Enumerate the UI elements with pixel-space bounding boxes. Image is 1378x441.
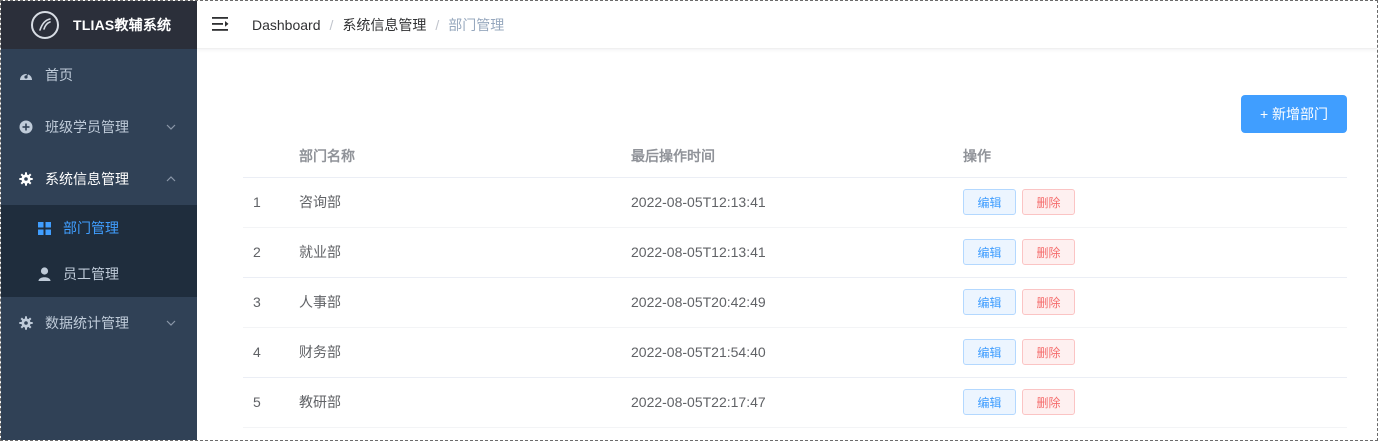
sidebar-item-data-stats[interactable]: 数据统计管理: [1, 297, 197, 349]
last-modified-time: 2022-08-05T20:42:49: [631, 277, 963, 328]
delete-button[interactable]: 删除: [1022, 239, 1075, 265]
edit-button[interactable]: 编辑: [963, 239, 1016, 265]
edit-button[interactable]: 编辑: [963, 389, 1016, 415]
last-modified-time: 2022-08-05T12:13:41: [631, 177, 963, 228]
row-index: 1: [243, 177, 299, 228]
column-header-name: 部门名称: [299, 135, 631, 178]
department-name: 财务部: [299, 327, 631, 378]
app-window: TLIAS教辅系统 首页 班级学员管理 系统信息管理 部门管理 员工管理 数据统…: [0, 0, 1378, 441]
sidebar-item-label: 班级学员管理: [45, 119, 129, 135]
breadcrumb-item-dashboard[interactable]: Dashboard: [252, 17, 321, 33]
gear-icon: [19, 172, 33, 186]
table-row: 4 财务部 2022-08-05T21:54:40 编辑 删除: [243, 327, 1347, 378]
row-index: 4: [243, 327, 299, 378]
department-name: 教研部: [299, 377, 631, 428]
last-modified-time: 2022-08-05T12:13:41: [631, 227, 963, 278]
brand-title: TLIAS教辅系统: [73, 17, 172, 33]
column-header-index: [243, 135, 299, 178]
row-actions: 编辑 删除: [963, 377, 1347, 428]
table-header-row: 部门名称 最后操作时间 操作: [243, 135, 1347, 178]
sidebar-item-label: 员工管理: [63, 266, 119, 282]
row-actions: 编辑 删除: [963, 177, 1347, 228]
sidebar-item-label: 部门管理: [63, 220, 119, 236]
delete-button[interactable]: 删除: [1022, 339, 1075, 365]
sidebar-item-label: 系统信息管理: [45, 171, 129, 187]
navbar: Dashboard / 系统信息管理 / 部门管理: [197, 1, 1377, 49]
brand-header[interactable]: TLIAS教辅系统: [1, 1, 197, 49]
delete-button[interactable]: 删除: [1022, 189, 1075, 215]
sidebar-item-system-info[interactable]: 系统信息管理: [1, 153, 197, 205]
department-name: 就业部: [299, 227, 631, 278]
user-icon: [37, 267, 51, 281]
chevron-up-icon: [165, 173, 177, 185]
row-actions: 编辑 删除: [963, 277, 1347, 328]
submenu-system-info: 部门管理 员工管理: [1, 205, 197, 297]
sidebar-item-employee[interactable]: 员工管理: [1, 251, 197, 297]
sidebar-item-home[interactable]: 首页: [1, 49, 197, 101]
menu-fold-icon[interactable]: [212, 16, 230, 33]
breadcrumb-item-current: 部门管理: [448, 16, 505, 33]
table-row: 1 咨询部 2022-08-05T12:13:41 编辑 删除: [243, 177, 1347, 228]
department-name: 咨询部: [299, 177, 631, 228]
breadcrumb-item-system-info: 系统信息管理: [342, 16, 427, 33]
edit-button[interactable]: 编辑: [963, 289, 1016, 315]
edit-button[interactable]: 编辑: [963, 189, 1016, 215]
row-actions: 编辑 删除: [963, 227, 1347, 278]
table-row: 3 人事部 2022-08-05T20:42:49 编辑 删除: [243, 277, 1347, 328]
sidebar-item-label: 数据统计管理: [45, 315, 129, 331]
row-index: 2: [243, 227, 299, 278]
sidebar-item-label: 首页: [45, 67, 73, 83]
last-modified-time: 2022-08-05T22:17:47: [631, 377, 963, 428]
chevron-down-icon: [165, 317, 177, 329]
table-row: 5 教研部 2022-08-05T22:17:47 编辑 删除: [243, 377, 1347, 428]
edit-button[interactable]: 编辑: [963, 339, 1016, 365]
column-header-time: 最后操作时间: [631, 135, 963, 178]
delete-button[interactable]: 删除: [1022, 289, 1075, 315]
breadcrumb-separator: /: [435, 16, 440, 33]
department-table: 部门名称 最后操作时间 操作 1 咨询部 2022-08-05T12:13:41…: [243, 135, 1347, 428]
column-header-actions: 操作: [963, 135, 1347, 178]
sidebar-item-class-students[interactable]: 班级学员管理: [1, 101, 197, 153]
table-row: 2 就业部 2022-08-05T12:13:41 编辑 删除: [243, 227, 1347, 278]
logo-icon: [31, 11, 59, 39]
add-department-button[interactable]: + 新增部门: [1241, 95, 1347, 133]
breadcrumb: Dashboard / 系统信息管理 / 部门管理: [252, 15, 504, 35]
sidebar: TLIAS教辅系统 首页 班级学员管理 系统信息管理 部门管理 员工管理 数据统…: [1, 1, 197, 440]
circle-plus-icon: [19, 120, 33, 134]
row-index: 5: [243, 377, 299, 428]
sidebar-item-department[interactable]: 部门管理: [1, 205, 197, 251]
dashboard-icon: [19, 68, 33, 82]
breadcrumb-separator: /: [329, 16, 334, 33]
grid-icon: [37, 221, 51, 235]
gear-icon: [19, 316, 33, 330]
chevron-down-icon: [165, 121, 177, 133]
row-actions: 编辑 删除: [963, 327, 1347, 378]
row-index: 3: [243, 277, 299, 328]
main-area: Dashboard / 系统信息管理 / 部门管理 + 新增部门 部门名称 最后…: [197, 1, 1377, 440]
department-name: 人事部: [299, 277, 631, 328]
last-modified-time: 2022-08-05T21:54:40: [631, 327, 963, 378]
delete-button[interactable]: 删除: [1022, 389, 1075, 415]
